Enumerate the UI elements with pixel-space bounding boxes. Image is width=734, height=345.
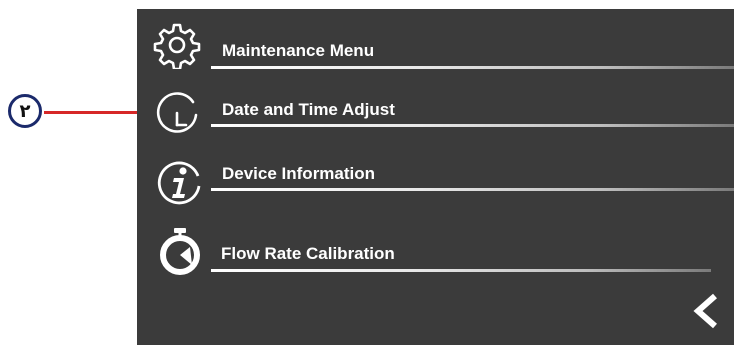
device-screen: Maintenance Menu Date and Time Adjust De… bbox=[137, 9, 734, 345]
clock-icon bbox=[156, 92, 198, 133]
menu-divider bbox=[211, 66, 734, 69]
gear-icon bbox=[153, 23, 201, 69]
stopwatch-icon bbox=[160, 228, 200, 275]
menu-divider bbox=[211, 124, 734, 127]
menu-divider bbox=[211, 188, 734, 191]
menu-item-label: Date and Time Adjust bbox=[222, 100, 395, 119]
menu-divider bbox=[211, 269, 711, 272]
info-icon bbox=[157, 161, 201, 205]
menu-item-label: Maintenance Menu bbox=[222, 41, 375, 60]
menu-item-label: Device Information bbox=[222, 164, 376, 183]
menu-item-flow-rate[interactable]: Flow Rate Calibration bbox=[137, 221, 734, 277]
chevron-left-icon[interactable] bbox=[688, 291, 722, 331]
menu-item-maintenance[interactable]: Maintenance Menu bbox=[137, 21, 734, 77]
callout-marker: ٢ bbox=[8, 94, 42, 128]
menu-item-label: Flow Rate Calibration bbox=[221, 244, 395, 263]
menu-item-date-time[interactable]: Date and Time Adjust bbox=[137, 87, 734, 143]
callout-pointer-line bbox=[44, 111, 152, 114]
menu-item-device-info[interactable]: Device Information bbox=[137, 154, 734, 210]
callout-number: ٢ bbox=[19, 100, 31, 122]
